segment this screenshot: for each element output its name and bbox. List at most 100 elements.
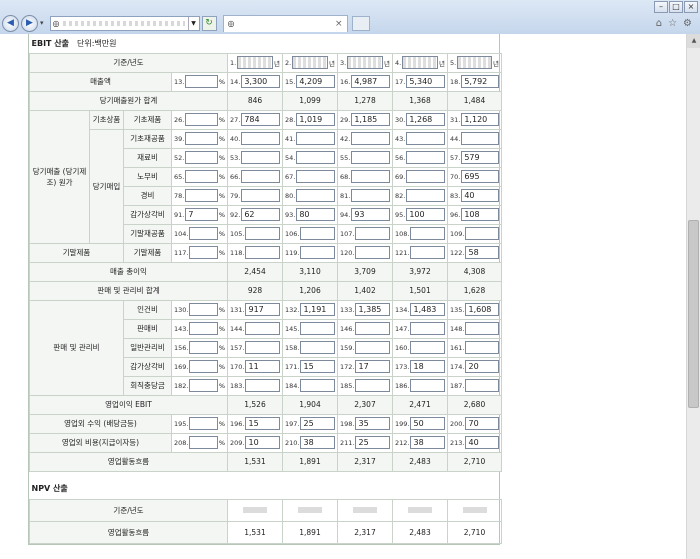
depreciation-y4-input[interactable]: 100 xyxy=(406,208,445,221)
year-input[interactable] xyxy=(292,56,329,69)
favorites-star-icon[interactable]: ☆ xyxy=(668,18,677,29)
bad_debt-pct-input[interactable] xyxy=(189,379,218,392)
depreciation-y1-input[interactable]: 62 xyxy=(241,208,280,221)
labor-y3-input[interactable] xyxy=(351,170,390,183)
personnel-y2-input[interactable]: 1,191 xyxy=(300,303,335,316)
new-tab-button[interactable] xyxy=(351,15,370,31)
base_wip-y5-input[interactable] xyxy=(461,132,499,145)
materials-y1-input[interactable] xyxy=(241,151,280,164)
depreciation-y2-input[interactable]: 80 xyxy=(296,208,335,221)
non_op_income-y3-input[interactable]: 35 xyxy=(355,417,390,430)
scroll-up-arrow-icon[interactable]: ▲ xyxy=(687,34,700,48)
close-window-button[interactable]: × xyxy=(684,1,698,13)
personnel-y4-input[interactable]: 1,483 xyxy=(410,303,445,316)
expense-y4-input[interactable] xyxy=(406,189,445,202)
general_admin-y5-input[interactable] xyxy=(465,341,499,354)
bad_debt-y3-input[interactable] xyxy=(355,379,390,392)
end_product-y4-input[interactable] xyxy=(410,246,445,259)
materials-y2-input[interactable] xyxy=(296,151,335,164)
maximize-button[interactable]: □ xyxy=(669,1,683,13)
end_product-pct-input[interactable] xyxy=(189,246,218,259)
base_product-pct-input[interactable] xyxy=(185,113,218,126)
labor-y1-input[interactable] xyxy=(241,170,280,183)
personnel-y5-input[interactable]: 1,608 xyxy=(465,303,499,316)
year-input[interactable] xyxy=(347,56,384,69)
base_wip-y2-input[interactable] xyxy=(296,132,335,145)
bad_debt-y4-input[interactable] xyxy=(410,379,445,392)
expense-y2-input[interactable] xyxy=(296,189,335,202)
non_op_expense-pct-input[interactable] xyxy=(189,436,218,449)
base_wip-y3-input[interactable] xyxy=(351,132,390,145)
non_op_income-y2-input[interactable]: 25 xyxy=(300,417,335,430)
end_product-y1-input[interactable] xyxy=(245,246,280,259)
sales-y1-input[interactable]: 3,300 xyxy=(241,75,280,88)
non_op_expense-y1-input[interactable]: 10 xyxy=(245,436,280,449)
end_product-y5-input[interactable]: 58 xyxy=(465,246,499,259)
general_admin-y2-input[interactable] xyxy=(300,341,335,354)
base_product-y2-input[interactable]: 1,019 xyxy=(296,113,335,126)
materials-y3-input[interactable] xyxy=(351,151,390,164)
non_op_expense-y4-input[interactable]: 38 xyxy=(410,436,445,449)
year-input[interactable] xyxy=(402,56,439,69)
base_product-y4-input[interactable]: 1,268 xyxy=(406,113,445,126)
base_product-y5-input[interactable]: 1,120 xyxy=(461,113,499,126)
selling-y2-input[interactable] xyxy=(300,322,335,335)
expense-y5-input[interactable]: 40 xyxy=(461,189,499,202)
sales-pct-input[interactable] xyxy=(185,75,218,88)
base_wip-y1-input[interactable] xyxy=(241,132,280,145)
sga_depreciation-pct-input[interactable] xyxy=(189,360,218,373)
general_admin-pct-input[interactable] xyxy=(189,341,218,354)
non_op_income-y4-input[interactable]: 50 xyxy=(410,417,445,430)
end_product-y2-input[interactable] xyxy=(300,246,335,259)
base_product-y3-input[interactable]: 1,185 xyxy=(351,113,390,126)
selling-y5-input[interactable] xyxy=(465,322,499,335)
end_wip-y5-input[interactable] xyxy=(465,227,499,240)
history-dropdown-icon[interactable]: ▾ xyxy=(40,19,44,27)
personnel-pct-input[interactable] xyxy=(189,303,218,316)
non_op_income-y5-input[interactable]: 70 xyxy=(465,417,499,430)
labor-y2-input[interactable] xyxy=(296,170,335,183)
expense-pct-input[interactable] xyxy=(185,189,218,202)
year-input[interactable] xyxy=(457,56,493,69)
refresh-button[interactable]: ↻ xyxy=(201,15,217,31)
sga_depreciation-y5-input[interactable]: 20 xyxy=(465,360,499,373)
end_wip-pct-input[interactable] xyxy=(189,227,218,240)
personnel-y1-input[interactable]: 917 xyxy=(245,303,280,316)
address-bar[interactable]: ◎ ▼ xyxy=(49,15,200,31)
browser-tab[interactable]: ◎ × xyxy=(222,14,348,32)
year-input[interactable] xyxy=(237,56,274,69)
sales-y5-input[interactable]: 5,792 xyxy=(461,75,499,88)
expense-y3-input[interactable] xyxy=(351,189,390,202)
selling-y1-input[interactable] xyxy=(245,322,280,335)
bad_debt-y2-input[interactable] xyxy=(300,379,335,392)
tab-close-icon[interactable]: × xyxy=(335,19,343,29)
address-dropdown-icon[interactable]: ▼ xyxy=(187,16,199,30)
non_op_expense-y5-input[interactable]: 40 xyxy=(465,436,499,449)
base_wip-pct-input[interactable] xyxy=(185,132,218,145)
minimize-button[interactable]: – xyxy=(654,1,668,13)
labor-pct-input[interactable] xyxy=(185,170,218,183)
depreciation-y5-input[interactable]: 108 xyxy=(461,208,499,221)
personnel-y3-input[interactable]: 1,385 xyxy=(355,303,390,316)
non_op_income-y1-input[interactable]: 15 xyxy=(245,417,280,430)
labor-y4-input[interactable] xyxy=(406,170,445,183)
selling-y3-input[interactable] xyxy=(355,322,390,335)
general_admin-y1-input[interactable] xyxy=(245,341,280,354)
end_wip-y3-input[interactable] xyxy=(355,227,390,240)
end_wip-y1-input[interactable] xyxy=(245,227,280,240)
bad_debt-y1-input[interactable] xyxy=(245,379,280,392)
materials-y5-input[interactable]: 579 xyxy=(461,151,499,164)
materials-y4-input[interactable] xyxy=(406,151,445,164)
general_admin-y4-input[interactable] xyxy=(410,341,445,354)
end_wip-y4-input[interactable] xyxy=(410,227,445,240)
sales-y2-input[interactable]: 4,209 xyxy=(296,75,335,88)
bad_debt-y5-input[interactable] xyxy=(465,379,499,392)
sga_depreciation-y1-input[interactable]: 11 xyxy=(245,360,280,373)
base_wip-y4-input[interactable] xyxy=(406,132,445,145)
forward-button[interactable]: ▶ xyxy=(21,14,38,32)
end_wip-y2-input[interactable] xyxy=(300,227,335,240)
back-button[interactable]: ◀ xyxy=(2,14,19,32)
sga_depreciation-y3-input[interactable]: 17 xyxy=(355,360,390,373)
sga_depreciation-y2-input[interactable]: 15 xyxy=(300,360,335,373)
base_product-y1-input[interactable]: 784 xyxy=(241,113,280,126)
